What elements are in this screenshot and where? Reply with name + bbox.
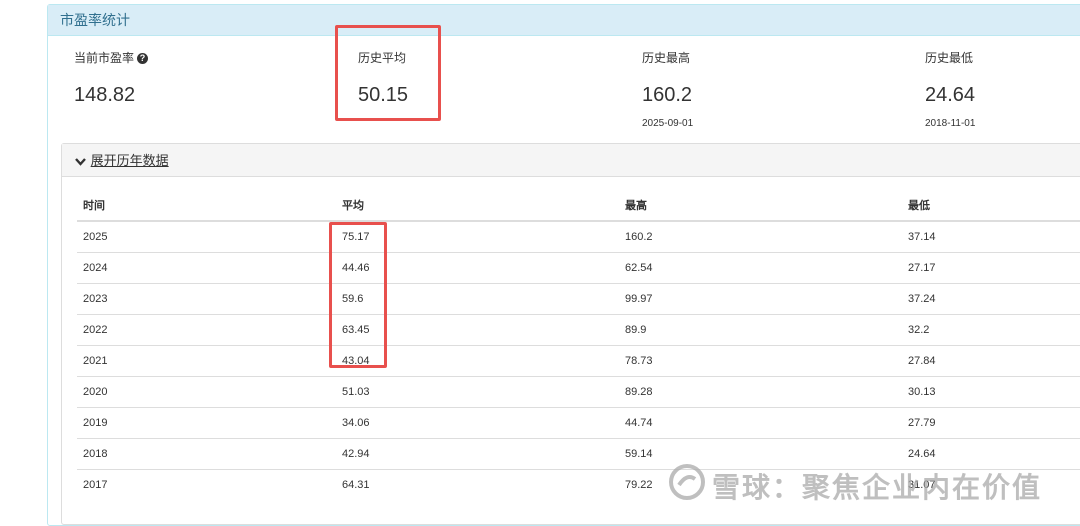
- cell-low: 37.14: [902, 220, 1080, 253]
- stat-historical-low: 历史最低 24.64 2018-11-01: [925, 49, 975, 129]
- cell-year: 2021: [77, 345, 336, 377]
- history-table: 时间 平均 最高 最低 2025 75.17 160.2 37.14 2024 44.46…: [77, 190, 1080, 500]
- stat-avg-label: 历史平均: [358, 51, 407, 65]
- cell-average: 63.45: [336, 314, 619, 346]
- history-toggle-label[interactable]: 展开历年数据: [91, 153, 169, 168]
- table-row: 2022 63.45 89.9 32.2: [77, 314, 1080, 346]
- cell-low: 37.24: [902, 283, 1080, 315]
- cell-low: 32.2: [902, 314, 1080, 346]
- history-panel: 展开历年数据 时间 平均 最高 最低 2025 75.17 160.2 37.14 20…: [61, 143, 1080, 525]
- cell-year: 2020: [77, 376, 336, 408]
- table-row: 2023 59.6 99.97 37.24: [77, 283, 1080, 315]
- cell-average: 64.31: [336, 469, 619, 500]
- cell-high: 160.2: [619, 220, 902, 253]
- cell-high: 59.14: [619, 438, 902, 470]
- table-row: 2024 44.46 62.54 27.17: [77, 252, 1080, 284]
- stat-high-date: 2025-09-01: [642, 118, 694, 129]
- table-row: 2017 64.31 79.22 31.07: [77, 469, 1080, 500]
- cell-low: 30.13: [902, 376, 1080, 408]
- history-table-body: 2025 75.17 160.2 37.14 2024 44.46 62.54 27.17 20…: [77, 220, 1080, 500]
- cell-average: 34.06: [336, 407, 619, 439]
- table-row: 2019 34.06 44.74 27.79: [77, 407, 1080, 439]
- cell-average: 59.6: [336, 283, 619, 315]
- cell-year: 2019: [77, 407, 336, 439]
- table-row: 2018 42.94 59.14 24.64: [77, 438, 1080, 470]
- cell-average: 42.94: [336, 438, 619, 470]
- header-year: 时间: [77, 190, 336, 222]
- chevron-down-icon: [75, 145, 87, 178]
- stat-low-value: 24.64: [925, 84, 976, 106]
- table-row: 2020 51.03 89.28 30.13: [77, 376, 1080, 408]
- cell-high: 99.97: [619, 283, 902, 315]
- cell-high: 89.9: [619, 314, 902, 346]
- cell-average: 75.17: [336, 220, 619, 253]
- cell-high: 89.28: [619, 376, 902, 408]
- cell-year: 2018: [77, 438, 336, 470]
- cell-average: 43.04: [336, 345, 619, 377]
- cell-low: 27.79: [902, 407, 1080, 439]
- table-row: 2021 43.04 78.73 27.84: [77, 345, 1080, 377]
- stat-current-value: 148.82: [74, 84, 136, 106]
- table-row: 2025 75.17 160.2 37.14: [77, 220, 1080, 253]
- table-header-row: 时间 平均 最高 最低: [77, 190, 1080, 222]
- stat-current-pe: 当前市盈率 ? 148.82: [74, 49, 149, 107]
- cell-year: 2017: [77, 469, 336, 500]
- stat-low-date: 2018-11-01: [925, 118, 976, 129]
- stat-high-value: 160.2: [642, 84, 693, 106]
- cell-low: 27.17: [902, 252, 1080, 284]
- cell-low: 31.07: [902, 469, 1080, 500]
- stat-current-label: 当前市盈率: [74, 51, 135, 65]
- cell-year: 2023: [77, 283, 336, 315]
- cell-year: 2022: [77, 314, 336, 346]
- cell-average: 44.46: [336, 252, 619, 284]
- cell-low: 27.84: [902, 345, 1080, 377]
- stat-high-label: 历史最高: [642, 51, 691, 65]
- stat-avg-value: 50.15: [358, 84, 409, 106]
- cell-year: 2024: [77, 252, 336, 284]
- cell-high: 79.22: [619, 469, 902, 500]
- question-circle-icon[interactable]: ?: [137, 52, 149, 64]
- cell-high: 78.73: [619, 345, 902, 377]
- panel-title: 市盈率统计: [48, 5, 1080, 36]
- pe-stats-panel: 市盈率统计 当前市盈率 ? 148.82 历史平均 50.15 历史最高 160…: [47, 4, 1080, 526]
- header-high: 最高: [619, 190, 902, 222]
- history-toggle[interactable]: 展开历年数据: [62, 144, 1080, 177]
- header-low: 最低: [902, 190, 1080, 222]
- cell-average: 51.03: [336, 376, 619, 408]
- cell-high: 44.74: [619, 407, 902, 439]
- cell-high: 62.54: [619, 252, 902, 284]
- stat-historical-average: 历史平均 50.15: [358, 49, 408, 107]
- stat-historical-high: 历史最高 160.2 2025-09-01: [642, 49, 693, 129]
- cell-year: 2025: [77, 220, 336, 253]
- cell-low: 24.64: [902, 438, 1080, 470]
- stat-low-label: 历史最低: [925, 51, 974, 65]
- header-average: 平均: [336, 190, 619, 222]
